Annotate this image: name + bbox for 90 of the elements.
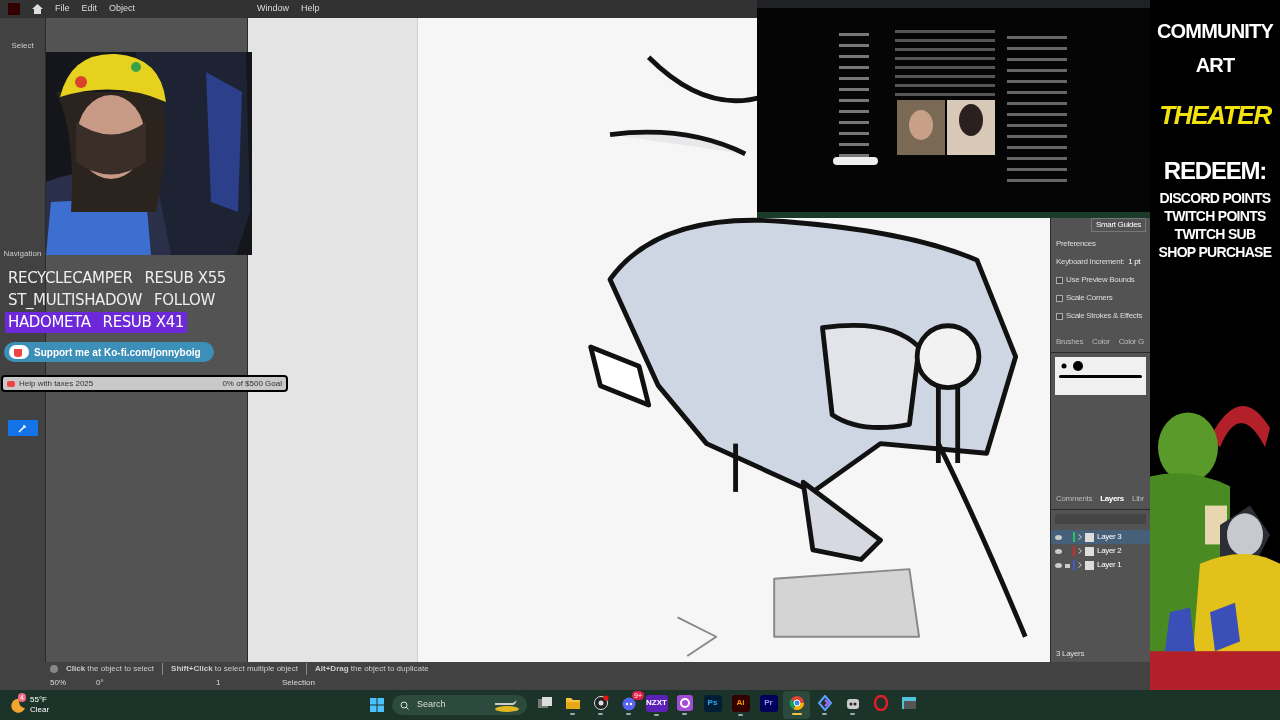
field-label: Keyboard Increment: [1056, 256, 1125, 268]
menu-item[interactable]: File [55, 2, 70, 16]
weather-condition: Clear [30, 705, 50, 715]
alert-message: HADOMETA RESUB X41 [5, 312, 188, 333]
taskbar-app[interactable]: Ai [727, 691, 754, 719]
edit-toolbar-button[interactable] [7, 420, 38, 436]
ring-icon [676, 695, 693, 711]
checkbox-label: Scale Corners [1066, 292, 1113, 304]
goal-title: Help with taxes 2025 [19, 377, 94, 390]
checkbox[interactable] [1056, 294, 1063, 302]
taskbar-app[interactable]: Ps [699, 691, 726, 719]
airplane-icon [493, 698, 519, 712]
layer-row[interactable]: Layer 2 [1051, 544, 1150, 558]
search-icon [400, 700, 409, 710]
layer-row[interactable]: Layer 1 [1051, 558, 1150, 572]
app-icon: NZXT [645, 694, 668, 712]
eye-icon[interactable] [1055, 562, 1062, 568]
temperature: 55°F [30, 695, 48, 705]
search-field[interactable]: Search [392, 695, 527, 715]
alert-message: ST_MULTISHADOW FOLLOW [7, 290, 216, 311]
kofi-banner[interactable]: Support me at Ko-fi.com/jonnyboig [4, 342, 214, 362]
window-icon [900, 695, 917, 711]
chevron-icon[interactable] [1078, 548, 1082, 554]
layer-row[interactable]: Layer 3 [1051, 530, 1150, 544]
hint-text: Shift+Click to select multiple object [162, 663, 298, 675]
kofi-text: Support me at Ko-fi.com/jonnyboig [34, 345, 201, 360]
layer-name: Layer 2 [1097, 545, 1122, 557]
overlay-title: ART [1195, 53, 1235, 78]
app-icon: Pr [759, 694, 778, 712]
app-icon: Ai [731, 694, 750, 712]
panel-tab[interactable]: Color [1092, 336, 1110, 348]
browser-icon [788, 695, 805, 711]
home-icon[interactable] [32, 4, 43, 14]
layer-count: 3 Layers [1055, 648, 1086, 660]
menu-item[interactable]: Window [257, 2, 290, 16]
moon-icon [10, 697, 26, 713]
checkbox[interactable] [1056, 276, 1063, 284]
menu-item[interactable]: Object [109, 2, 136, 16]
alert-message: RECYCLECAMPER RESUB X55 [7, 268, 227, 289]
panel-tab[interactable]: Brushes [1056, 336, 1084, 348]
eye-icon[interactable] [1055, 548, 1062, 554]
tool-name: Selection [282, 677, 315, 689]
overlay-heading: REDEEM: [1163, 156, 1267, 186]
taskbar-app[interactable]: Pr [755, 691, 782, 719]
section-title: Preferences [1055, 238, 1097, 250]
redeem-option: DISCORD POINTS [1159, 189, 1271, 207]
redeem-option: TWITCH POINTS [1164, 207, 1266, 225]
tool-label: Navigation [3, 248, 42, 260]
smart-guides-button[interactable]: Smart Guides [1090, 218, 1146, 232]
hint-text: Alt+Drag the object to duplicate [306, 663, 429, 675]
windows-icon [536, 695, 553, 711]
windows-logo-icon[interactable] [370, 698, 384, 712]
increment-field[interactable]: 1 pt [1128, 256, 1141, 268]
help-icon [50, 665, 58, 673]
hint-text: Click the object to select [66, 663, 155, 675]
rotation-field[interactable]: 0° [92, 677, 162, 689]
app-icon: Ps [703, 694, 722, 712]
cup-icon [7, 380, 15, 387]
artboard-field[interactable]: 1 [162, 677, 282, 689]
chevron-icon[interactable] [1078, 562, 1082, 568]
cup-icon [8, 344, 30, 360]
lock-icon[interactable] [1065, 562, 1070, 568]
panel-tab[interactable]: Color G [1118, 336, 1144, 348]
checkbox-label: Scale Strokes & Effects [1066, 310, 1143, 322]
folder-icon [564, 695, 581, 711]
taskbar-app[interactable]: NZXT [643, 691, 670, 719]
redeem-option: SHOP PURCHASE [1158, 243, 1272, 261]
checkbox-label: Use Preview Bounds [1066, 274, 1135, 286]
overlay-title: COMMUNITY [1156, 19, 1274, 44]
ring-icon [872, 695, 889, 711]
panel-tab[interactable]: Layers [1100, 493, 1124, 505]
diamond-icon [816, 695, 833, 711]
zoom-field[interactable]: 50% [50, 677, 92, 689]
aperture-icon [592, 695, 609, 711]
redeem-option: TWITCH SUB [1174, 225, 1256, 243]
goal-progress: 0% of $500 Goal [222, 377, 282, 390]
overlay-highlight: THEATER [1159, 99, 1271, 132]
wand-icon [18, 423, 27, 433]
app-logo [8, 3, 20, 15]
layer-name: Layer 3 [1097, 531, 1122, 543]
panel-tab[interactable]: Comments [1056, 493, 1093, 505]
taskbar-app[interactable] [783, 691, 810, 719]
menu-item[interactable]: Edit [81, 2, 98, 16]
panel-tab[interactable]: Libr [1132, 493, 1145, 505]
layer-name: Layer 1 [1097, 559, 1122, 571]
tool-label: Select [11, 40, 34, 52]
chevron-icon[interactable] [1078, 534, 1082, 540]
checkbox[interactable] [1056, 312, 1063, 320]
eye-icon[interactable] [1055, 534, 1062, 540]
menu-item[interactable]: Help [301, 2, 320, 16]
